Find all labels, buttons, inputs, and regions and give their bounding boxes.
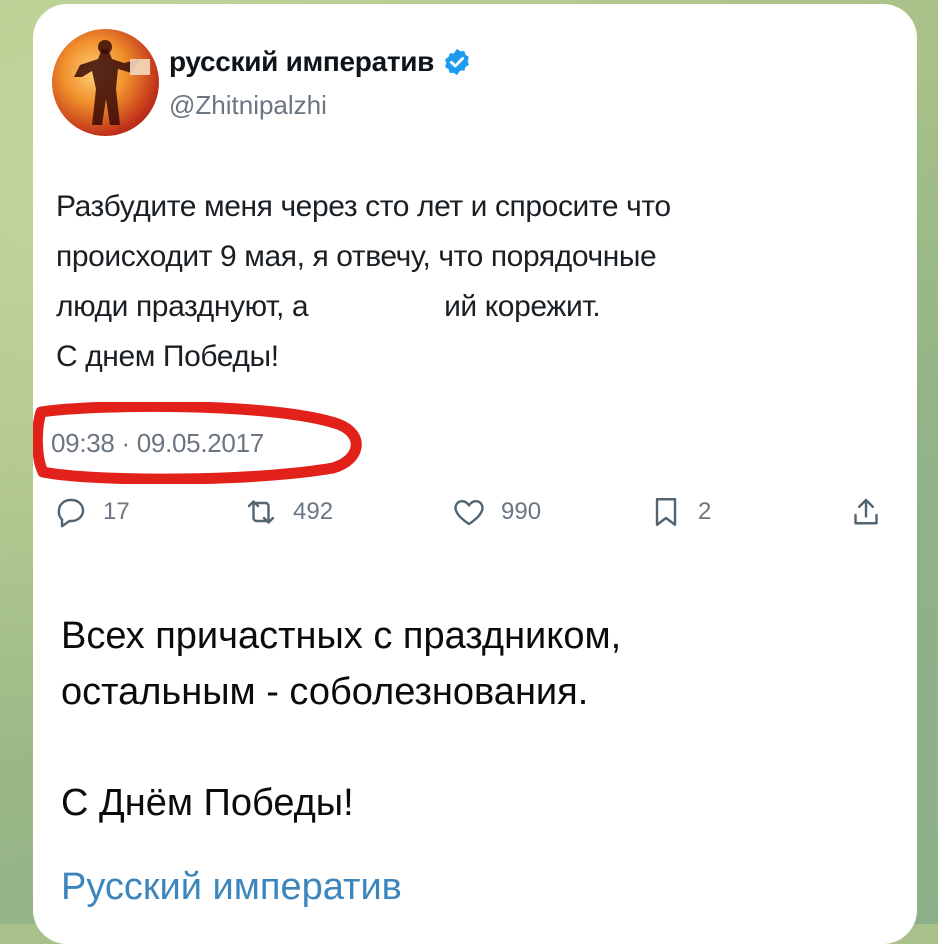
reply-icon (57, 498, 85, 528)
share-button[interactable] (848, 494, 884, 530)
tweet-timestamp: 09:38 · 09.05.2017 (51, 428, 264, 458)
avatar (52, 29, 159, 136)
tweet-text-line: Разбудите меня через сто лет и спросите … (56, 190, 671, 223)
like-count: 990 (501, 498, 542, 525)
retweet-count: 492 (293, 498, 334, 525)
share-icon (854, 498, 878, 525)
retweet-button[interactable]: 492 (243, 494, 333, 530)
reply-button[interactable]: 17 (53, 494, 130, 530)
message-line: С Днём Победы! (61, 782, 354, 824)
reply-count: 17 (103, 498, 130, 525)
tweet-text-line: С днем Победы! (56, 340, 279, 373)
tweet-text: Разбудите меня через сто лет и спросите … (56, 182, 876, 382)
redacted-word (316, 293, 437, 324)
display-name-text: русский императив (169, 46, 435, 77)
tweet-text-fragment: ий корежит. (444, 290, 601, 323)
message-line: остальным - соболезнования. (61, 671, 589, 713)
channel-signature-link[interactable]: Русский императив (61, 866, 402, 909)
tweet-screenshot: русский императив @Zhitnipalzhi Разбудит… (33, 4, 917, 574)
verified-icon (445, 48, 469, 76)
tweet-text-line: люди празднуют, а ий корежит. (56, 282, 876, 332)
bookmark-count: 2 (698, 498, 712, 525)
tweet-actions: 17 492 990 2 (33, 494, 917, 538)
retweet-icon (247, 500, 275, 524)
user-handle: @Zhitnipalzhi (169, 90, 327, 120)
bookmark-icon (655, 498, 677, 526)
message-bubble: русский императив @Zhitnipalzhi Разбудит… (33, 4, 917, 944)
bookmark-button[interactable]: 2 (648, 494, 711, 530)
display-name: русский императив (169, 46, 472, 78)
like-button[interactable]: 990 (451, 494, 541, 530)
like-icon (454, 500, 484, 526)
message-text: Всех причастных с праздником, остальным … (61, 608, 881, 831)
tweet-text-fragment: люди празднуют, а (56, 290, 309, 323)
tweet-text-line: происходит 9 мая, я отвечу, что порядочн… (56, 240, 657, 273)
message-line: Всех причастных с праздником, (61, 615, 622, 657)
